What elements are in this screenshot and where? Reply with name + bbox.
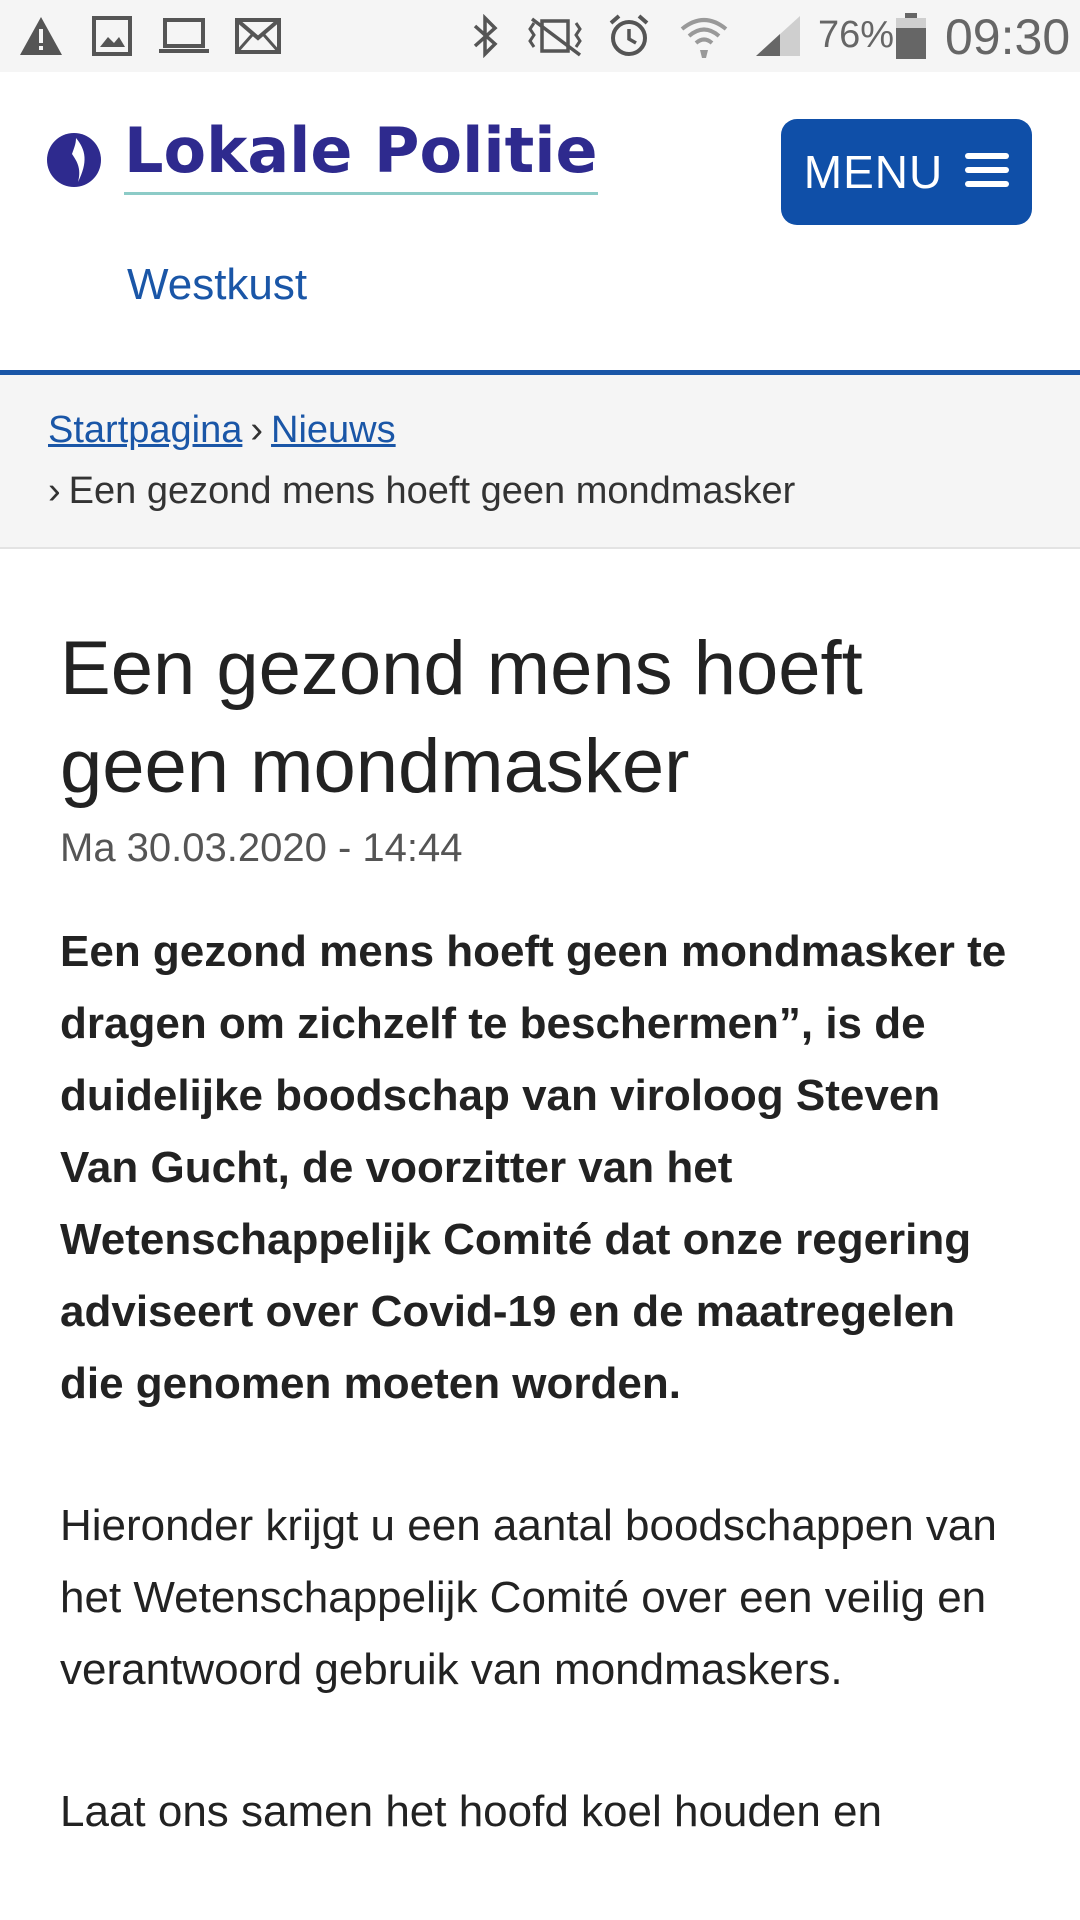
- status-bar: 76% 09:30: [0, 0, 1080, 72]
- article-lead: Een gezond mens hoeft geen mondmasker te…: [60, 927, 1007, 1408]
- battery-percent: 76%: [818, 14, 895, 56]
- site-header: Lokale Politie Westkust MENU: [0, 72, 1080, 375]
- image-icon: [88, 12, 136, 60]
- article-date: Ma 30.03.2020 - 14:44: [60, 826, 463, 870]
- menu-button[interactable]: MENU: [781, 119, 1032, 225]
- vibrate-icon: [520, 12, 590, 60]
- logo-title: Lokale Politie: [124, 120, 598, 195]
- breadcrumb-link-news[interactable]: Nieuws: [271, 409, 396, 451]
- clock: 09:30: [945, 9, 1071, 65]
- alarm-icon: [604, 12, 654, 60]
- laptop-icon: [156, 12, 212, 60]
- article-paragraph: Hieronder krijgt u een aantal boodschapp…: [60, 1501, 997, 1694]
- breadcrumb-link-home[interactable]: Startpagina: [48, 409, 242, 451]
- bluetooth-icon: [466, 12, 506, 60]
- hamburger-icon: [965, 152, 1010, 192]
- police-flame-icon: [46, 132, 102, 188]
- breadcrumb: Startpagina › Nieuws › Een gezond mens hoef…: [0, 375, 1080, 549]
- warning-icon: [16, 12, 66, 60]
- article-title: Een gezond mens hoeft geen mondmasker: [60, 626, 863, 809]
- breadcrumb-separator: ›: [48, 470, 61, 512]
- menu-label: MENU: [803, 146, 944, 198]
- mail-icon: [232, 12, 284, 60]
- article: Een gezond mens hoeft geen mondmasker Ma…: [60, 620, 1020, 1848]
- signal-icon: [752, 12, 804, 60]
- wifi-icon: [676, 12, 732, 60]
- logo-subtitle: Westkust: [127, 260, 308, 309]
- breadcrumb-separator: ›: [250, 409, 264, 451]
- breadcrumb-current: Een gezond mens hoeft geen mondmasker: [68, 470, 796, 512]
- article-paragraph: Laat ons samen het hoofd koel houden en: [60, 1787, 882, 1836]
- battery-icon: [894, 12, 928, 60]
